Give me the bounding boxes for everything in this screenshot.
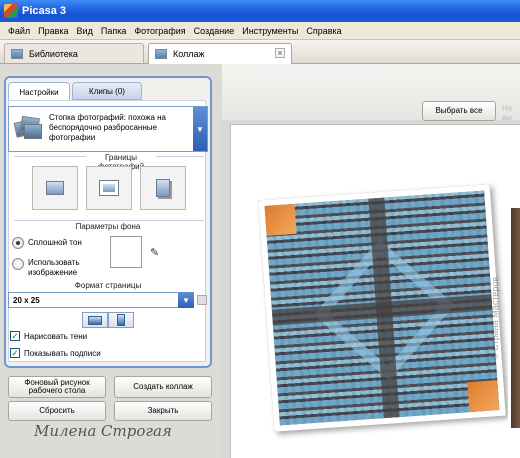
border-polaroid-button[interactable] — [140, 166, 186, 210]
landscape-button[interactable] — [82, 312, 108, 328]
menu-help[interactable]: Справка — [302, 26, 345, 36]
photo-corner — [467, 380, 500, 413]
close-icon[interactable]: × — [275, 48, 285, 58]
tab-clips[interactable]: Клипы (0) — [72, 82, 142, 100]
tab-collage-label: Коллаж — [173, 49, 205, 59]
tab-collage[interactable]: Коллаж × — [148, 43, 292, 64]
picasa-app-icon — [4, 4, 18, 18]
collage-icon — [155, 49, 167, 59]
radio-image-label: Использовать изображение — [28, 258, 80, 277]
watermark: © Страна Мастеров — [490, 276, 500, 360]
title-bar: Picasa 3 — [0, 0, 520, 22]
show-captions-label: Показывать подписи — [24, 349, 101, 358]
collage-photo-partial[interactable] — [508, 208, 520, 428]
menu-folder[interactable]: Папка — [97, 26, 131, 36]
menu-picture[interactable]: Фотография — [130, 26, 189, 36]
radio-solid-color[interactable] — [12, 237, 24, 249]
draw-shadows-label: Нарисовать тени — [24, 332, 88, 341]
draw-shadows-checkbox[interactable]: ✓ — [10, 331, 20, 341]
radio-use-image[interactable] — [12, 258, 24, 270]
divider — [14, 220, 204, 221]
background-title: Параметры фона — [75, 222, 141, 231]
collage-style-select[interactable]: Стопка фотографий: похожа на беспорядочн… — [8, 106, 208, 152]
show-captions-checkbox[interactable]: ✓ — [10, 348, 20, 358]
format-option-icon[interactable] — [197, 295, 207, 305]
chevron-down-icon[interactable]: ▼ — [193, 107, 207, 151]
desktop-background-button[interactable]: Фоновый рисунок рабочего стола — [8, 376, 106, 398]
disabled-button: Не вы — [502, 104, 513, 122]
select-all-button[interactable]: Выбрать все — [422, 101, 496, 121]
collage-photo[interactable] — [258, 184, 506, 432]
close-button[interactable]: Закрыть — [114, 401, 212, 421]
border-none-icon — [46, 181, 64, 195]
tab-library-label: Библиотека — [29, 48, 78, 59]
page-format-select[interactable]: 20 x 25 — [8, 292, 194, 308]
radio-solid-label: Сплошной тон — [28, 238, 82, 247]
eyedropper-icon[interactable]: ✎ — [150, 248, 162, 260]
border-polaroid-icon — [156, 179, 170, 197]
border-white-button[interactable] — [86, 166, 132, 210]
menu-create[interactable]: Создание — [190, 26, 239, 36]
tab-strip: Библиотека Коллаж × — [0, 40, 520, 64]
photo-corner — [264, 203, 297, 236]
author-signature: Милена Строгая — [34, 422, 172, 440]
background-color-swatch[interactable] — [110, 236, 142, 268]
library-icon — [11, 48, 23, 59]
create-collage-button[interactable]: Создать коллаж — [114, 376, 212, 398]
tab-library[interactable]: Библиотека — [4, 43, 144, 63]
collage-style-label: Стопка фотографий: похожа на беспорядочн… — [49, 113, 166, 142]
photo-pile-icon — [13, 115, 43, 141]
portrait-icon — [117, 314, 125, 326]
window-title: Picasa 3 — [22, 5, 67, 17]
border-none-button[interactable] — [32, 166, 78, 210]
menu-view[interactable]: Вид — [73, 26, 97, 36]
page-format-title: Формат страницы — [74, 281, 142, 290]
menu-tools[interactable]: Инструменты — [238, 26, 302, 36]
menu-bar: Файл Правка Вид Папка Фотография Создани… — [0, 22, 520, 40]
border-white-icon — [99, 180, 119, 196]
chevron-down-icon[interactable]: ▼ — [178, 292, 194, 308]
menu-file[interactable]: Файл — [4, 26, 34, 36]
tab-settings[interactable]: Настройки — [8, 82, 70, 101]
portrait-button[interactable] — [108, 312, 134, 328]
reset-button[interactable]: Сбросить — [8, 401, 106, 421]
landscape-icon — [88, 315, 102, 325]
menu-edit[interactable]: Правка — [34, 26, 72, 36]
